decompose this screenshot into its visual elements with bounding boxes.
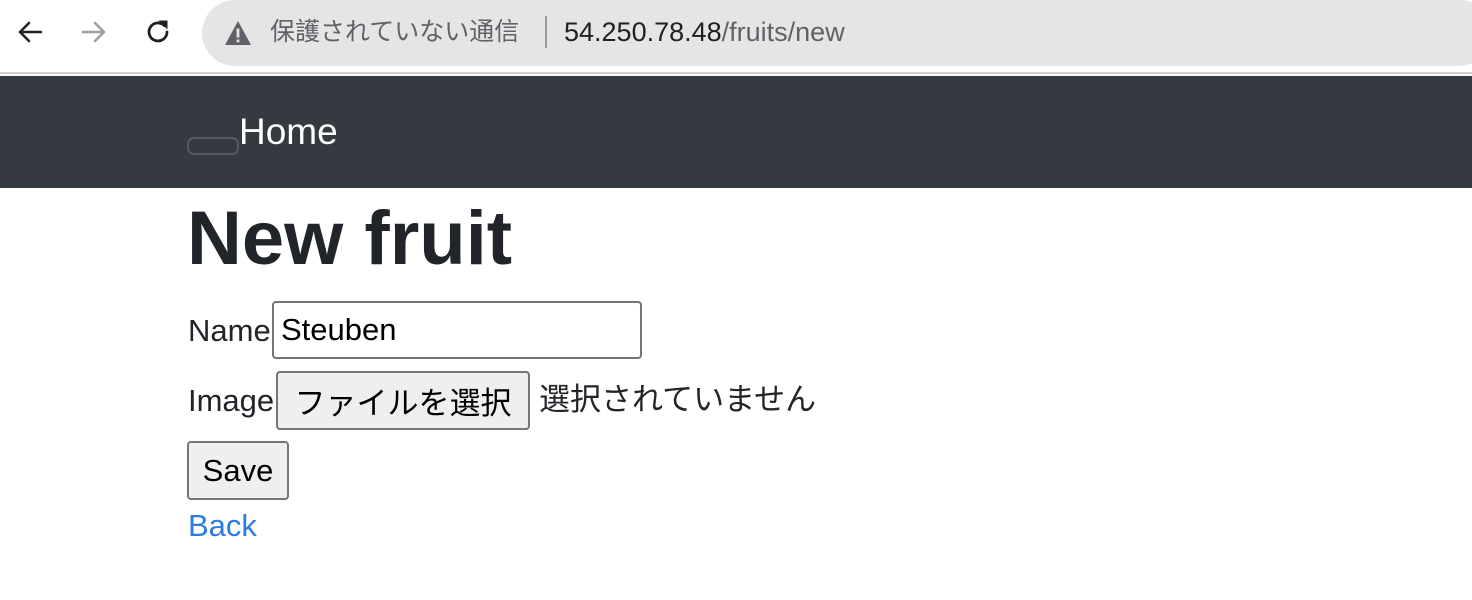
navbar-toggler-button[interactable]	[187, 137, 239, 155]
url-host: 54.250.78.48	[564, 17, 722, 47]
security-status-text[interactable]: 保護されていない通信	[270, 16, 519, 48]
back-arrow-icon	[18, 21, 43, 43]
browser-toolbar: 保護されていない通信 54.250.78.48/fruits/new	[0, 0, 1472, 74]
url-path: /fruits/new	[721, 17, 845, 47]
forward-button[interactable]	[74, 12, 114, 52]
name-label: Name	[188, 313, 271, 348]
url-text[interactable]: 54.250.78.48/fruits/new	[564, 16, 845, 48]
address-bar[interactable]: 保護されていない通信 54.250.78.48/fruits/new	[202, 0, 1472, 66]
choose-file-button[interactable]: ファイルを選択	[276, 371, 530, 430]
warning-triangle-icon[interactable]	[224, 20, 252, 46]
back-button[interactable]	[10, 12, 50, 52]
site-navbar: Home	[0, 76, 1472, 188]
save-button[interactable]: Save	[187, 441, 289, 500]
page-title: New fruit	[187, 196, 513, 281]
reload-icon	[147, 20, 169, 43]
file-status-text: 選択されていません	[539, 382, 817, 418]
reload-button[interactable]	[138, 12, 178, 52]
name-input[interactable]	[272, 301, 642, 359]
image-label: Image	[188, 383, 275, 418]
navbar-home-link[interactable]: Home	[239, 108, 338, 156]
back-link[interactable]: Back	[188, 507, 257, 545]
forward-arrow-icon	[81, 21, 106, 43]
address-bar-divider	[545, 16, 547, 48]
